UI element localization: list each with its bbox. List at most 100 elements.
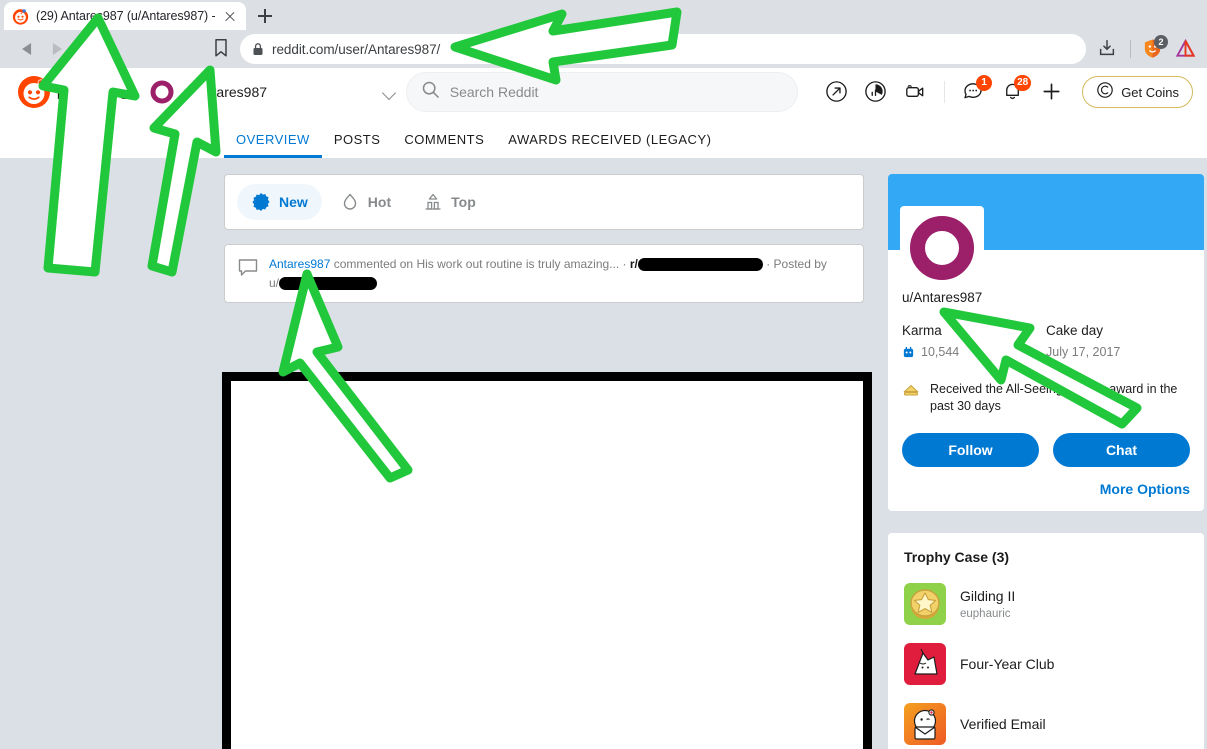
sort-new-button[interactable]: New — [237, 184, 322, 220]
profile-sidebar: u/Antares987 Karma 10,544 Cake day July … — [888, 174, 1204, 749]
tab-awards-label: AWARDS RECEIVED (LEGACY) — [508, 132, 712, 147]
gilding-trophy-icon — [904, 583, 946, 625]
download-icon[interactable] — [1097, 38, 1119, 60]
comment-meta-text: Antares987 commented on His work out rou… — [269, 255, 827, 293]
new-tab-button[interactable] — [252, 4, 278, 28]
comment-author-link[interactable]: Antares987 — [269, 257, 330, 271]
reddit-logo[interactable] — [18, 76, 50, 108]
video-icon[interactable] — [902, 79, 928, 105]
sort-bar: New Hot Top — [224, 174, 864, 230]
comment-separator: · — [619, 257, 630, 271]
sort-new-label: New — [279, 194, 308, 210]
trophy-case-title: Trophy Case (3) — [904, 549, 1010, 565]
four-year-club-icon — [904, 643, 946, 685]
award-notice: Received the All-Seeing Upvote award in … — [902, 381, 1190, 415]
bookmark-icon[interactable] — [213, 38, 229, 58]
tab-overview-label: OVERVIEW — [236, 132, 310, 147]
profile-card: u/Antares987 Karma 10,544 Cake day July … — [888, 174, 1204, 511]
all-seeing-upvote-icon — [902, 382, 920, 400]
chevron-down-icon — [380, 82, 400, 102]
plus-icon[interactable] — [1039, 79, 1065, 105]
chat-icon[interactable]: 1 — [961, 75, 993, 105]
comment-poster-prefix: u/ — [269, 276, 280, 290]
header-actions: 1 28 Get Coins — [824, 75, 1193, 108]
notifications-badge: 28 — [1014, 75, 1032, 91]
reddit-header: reddit u/Antares987 Search Reddit 1 28 G… — [0, 68, 1207, 116]
comment-action-text: commented on — [330, 257, 417, 271]
search-placeholder: Search Reddit — [449, 84, 539, 100]
cakeday-label: Cake day — [1046, 323, 1104, 338]
redacted-poster-name — [279, 277, 378, 291]
comment-list-item[interactable]: Antares987 commented on His work out rou… — [224, 244, 864, 303]
sort-top-label: Top — [451, 194, 476, 210]
browser-tabstrip: (29) Antares987 (u/Antares987) - — [0, 0, 1207, 30]
popular-icon[interactable] — [824, 79, 850, 105]
profile-card-body: u/Antares987 Karma 10,544 Cake day July … — [888, 250, 1204, 511]
sort-hot-button[interactable]: Hot — [326, 184, 405, 220]
tab-posts-label: POSTS — [333, 132, 381, 147]
trending-icon[interactable] — [863, 79, 889, 105]
cakeday-stat: Cake day July 17, 2017 — [1046, 323, 1190, 359]
trophy-item[interactable]: Gilding II euphauric — [904, 583, 1188, 625]
redacted-subreddit-name — [637, 258, 763, 272]
more-options-link[interactable]: More Options — [902, 481, 1190, 497]
profile-username: u/Antares987 — [902, 290, 983, 305]
toolbar-divider — [1130, 40, 1131, 58]
reload-button[interactable]: ⟳ — [72, 34, 102, 64]
karma-stat: Karma 10,544 — [902, 323, 1046, 359]
trophy-case-card: Trophy Case (3) Gilding II euphauric Fou… — [888, 533, 1204, 749]
chat-button[interactable]: Chat — [1053, 433, 1190, 467]
shield-count-badge: 2 — [1154, 35, 1168, 49]
address-bar-url: reddit.com/user/Antares987/ — [272, 41, 441, 57]
search-icon — [421, 80, 440, 104]
flame-icon — [340, 192, 360, 212]
sort-hot-label: Hot — [367, 194, 392, 210]
tab-awards-received[interactable]: AWARDS RECEIVED (LEGACY) — [496, 132, 723, 158]
main-content-column: New Hot Top Antares987 commented on His … — [224, 174, 864, 303]
lock-icon — [252, 42, 264, 56]
comment-post-title[interactable]: His work out routine is truly amazing... — [416, 257, 619, 271]
profile-stats: Karma 10,544 Cake day July 17, 2017 — [902, 323, 1190, 359]
browser-tab[interactable]: (29) Antares987 (u/Antares987) - — [4, 2, 246, 30]
tab-comments-label: COMMENTS — [404, 132, 485, 147]
trophy-name: Gilding II — [960, 588, 1016, 604]
profile-tabs: OVERVIEW POSTS COMMENTS AWARDS RECEIVED … — [0, 116, 1207, 158]
sort-top-button[interactable]: Top — [409, 184, 490, 220]
search-input[interactable]: Search Reddit — [405, 72, 798, 112]
chat-badge: 1 — [976, 75, 993, 91]
get-coins-button[interactable]: Get Coins — [1082, 76, 1193, 108]
trophy-sub: euphauric — [960, 608, 1011, 620]
forward-button[interactable] — [42, 34, 72, 64]
reddit-favicon — [12, 8, 29, 25]
chart-up-icon — [423, 192, 443, 212]
user-menu-label: u/Antares987 — [183, 84, 268, 100]
trophy-item[interactable]: Four-Year Club — [904, 643, 1188, 685]
browser-chrome: (29) Antares987 (u/Antares987) - ⟳ reddi… — [0, 0, 1207, 68]
tab-overview[interactable]: OVERVIEW — [224, 132, 322, 158]
trophy-name: Four-Year Club — [960, 656, 1055, 672]
browser-toolbar-right: 2 — [1097, 35, 1197, 62]
get-coins-label: Get Coins — [1121, 84, 1179, 100]
address-bar[interactable]: reddit.com/user/Antares987/ — [240, 34, 1086, 64]
new-badge-icon — [251, 192, 271, 212]
bell-icon[interactable]: 28 — [1000, 75, 1032, 105]
brave-rewards-icon[interactable] — [1175, 38, 1197, 60]
karma-value-row: 10,544 — [902, 345, 1046, 359]
user-menu-dropdown[interactable]: u/Antares987 — [150, 74, 400, 110]
karma-icon — [902, 346, 915, 359]
tab-comments[interactable]: COMMENTS — [392, 132, 496, 158]
header-divider — [944, 81, 946, 103]
comment-subreddit-prefix[interactable]: r/ — [630, 257, 638, 271]
close-tab-icon[interactable] — [222, 8, 238, 24]
screenshot-root: (29) Antares987 (u/Antares987) - ⟳ reddi… — [0, 0, 1207, 749]
tab-posts[interactable]: POSTS — [322, 132, 393, 158]
back-button[interactable] — [12, 34, 42, 64]
redaction-overlay-box — [222, 372, 872, 749]
follow-button[interactable]: Follow — [902, 433, 1039, 467]
reddit-page: reddit u/Antares987 Search Reddit 1 28 G… — [0, 68, 1207, 749]
trophy-item[interactable]: Verified Email — [904, 703, 1188, 745]
trophy-name: Verified Email — [960, 716, 1046, 732]
brave-shields-icon[interactable]: 2 — [1142, 35, 1168, 60]
comment-bubble-icon — [237, 256, 259, 278]
coin-icon — [1096, 81, 1114, 104]
